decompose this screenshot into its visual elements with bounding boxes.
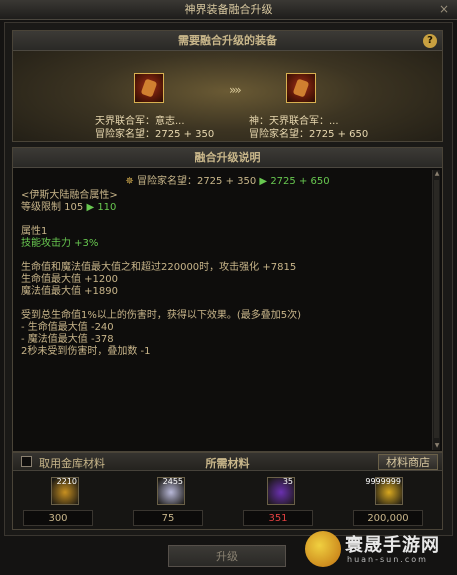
materials-panel: 取用金库材料 所需材料 材料商店 2210 300 2455 75 35 351 99999… [12, 452, 443, 530]
material-shop-button[interactable]: 材料商店 [378, 454, 438, 470]
gold-crystal-icon[interactable]: 2210 [51, 477, 79, 505]
material-owned-count: 9999999 [365, 477, 401, 486]
materials-header: 取用金库材料 所需材料 材料商店 [13, 453, 442, 471]
target-item-fame: 冒险家名望：2725 + 650 [249, 129, 369, 140]
fame-arrow-icon: ▶ [259, 176, 268, 187]
source-item-fame: 冒险家名望：2725 + 350 [95, 129, 215, 140]
fame-new: 2725 + 650 [270, 176, 330, 187]
help-icon[interactable]: ? [423, 34, 437, 48]
description-line [21, 298, 426, 310]
material-owned-count: 2210 [56, 477, 77, 486]
description-line: 属性1 [21, 226, 426, 238]
description-line: <伊斯大陆融合属性> [21, 190, 426, 202]
target-item-icon[interactable] [286, 73, 316, 103]
description-line-text: 魔法值最大值 +1890 [21, 286, 119, 297]
description-line: - 生命值最大值 -240 [21, 322, 426, 334]
description-line: 生命值和魔法值最大值之和超过220000时，攻击强化 +7815 [21, 262, 426, 274]
description-line-text: 2秒未受到伤害时，叠加数 -1 [21, 346, 151, 357]
close-icon[interactable]: × [437, 3, 451, 17]
description-line [21, 250, 426, 262]
white-orb-icon[interactable]: 2455 [157, 477, 185, 505]
description-scrollbar[interactable]: ▲ ▼ [432, 170, 440, 450]
description-line-text: - 魔法值最大值 -378 [21, 334, 114, 345]
scroll-down-icon[interactable]: ▼ [433, 442, 441, 450]
upgrade-arrow-icon: »» [229, 83, 242, 97]
description-line: 受到总生命值1%以上的伤害时，获得以下效果。(最多叠加5次) [21, 310, 426, 322]
description-line-text: - 生命值最大值 -240 [21, 322, 114, 333]
description-panel-title: 融合升级说明 [13, 148, 442, 168]
description-line-text: 等级限制 105 [21, 202, 87, 213]
description-panel: 融合升级说明 ✵ 冒险家名望：2725 + 350 ▶ 2725 + 650 <… [12, 147, 443, 452]
description-line-highlight: 技能攻击力 +3% [21, 238, 99, 249]
description-line: 技能攻击力 +3% [21, 238, 426, 250]
scroll-up-icon[interactable]: ▲ [433, 170, 441, 178]
fame-change: ✵ 冒险家名望：2725 + 350 ▶ 2725 + 650 [13, 172, 442, 187]
material-owned-count: 35 [282, 477, 293, 486]
window-title: 神界装备融合升级 [184, 3, 273, 16]
watermark-url: huan-sun.com [347, 555, 428, 564]
watermark: 寰晟手游网 huan-sun.com [303, 529, 451, 571]
purple-swirl-icon[interactable]: 35 [267, 477, 295, 505]
material-required-qty: 200,000 [353, 510, 423, 526]
description-line: 等级限制 105 ▶ 110 [21, 202, 426, 214]
description-line [21, 214, 426, 226]
description-line: 生命值最大值 +1200 [21, 274, 426, 286]
description-line: 2秒未受到伤害时，叠加数 -1 [21, 346, 426, 358]
watermark-logo-icon [305, 531, 341, 567]
upgrade-button[interactable]: 升级 [168, 545, 286, 567]
scroll-thumb[interactable] [434, 180, 439, 438]
equipment-panel-title: 需要融合升级的装备 [13, 31, 442, 51]
description-line: 魔法值最大值 +1890 [21, 286, 426, 298]
description-line: - 魔法值最大值 -378 [21, 334, 426, 346]
material-owned-count: 2455 [162, 477, 183, 486]
source-item-icon[interactable] [134, 73, 164, 103]
fame-current: 冒险家名望：2725 + 350 [136, 176, 257, 187]
window-title-bar: 神界装备融合升级 × [0, 0, 457, 20]
material-required-qty: 75 [133, 510, 203, 526]
material-required-qty: 351 [243, 510, 313, 526]
gold-coins-icon[interactable]: 9999999 [365, 477, 403, 505]
material-required-qty: 300 [23, 510, 93, 526]
description-line-text: 受到总生命值1%以上的伤害时，获得以下效果。(最多叠加5次) [21, 310, 302, 321]
description-line-highlight: ▶ 110 [86, 202, 117, 213]
description-line-text: 生命值最大值 +1200 [21, 274, 119, 285]
description-line-text: <伊斯大陆融合属性> [21, 190, 118, 201]
equipment-panel: 需要融合升级的装备 ? »» 天界联合军：意志... 冒险家名望：2725 + … [12, 30, 443, 142]
description-content: <伊斯大陆融合属性> 等级限制 105 ▶ 110 属性1 技能攻击力 +3% 生命值和… [21, 190, 426, 358]
watermark-text: 寰晟手游网 [345, 535, 440, 556]
fame-medal-icon: ✵ [125, 176, 137, 187]
description-line-text: 属性1 [21, 226, 48, 237]
description-line-text: 生命值和魔法值最大值之和超过220000时，攻击强化 +7815 [21, 262, 297, 273]
